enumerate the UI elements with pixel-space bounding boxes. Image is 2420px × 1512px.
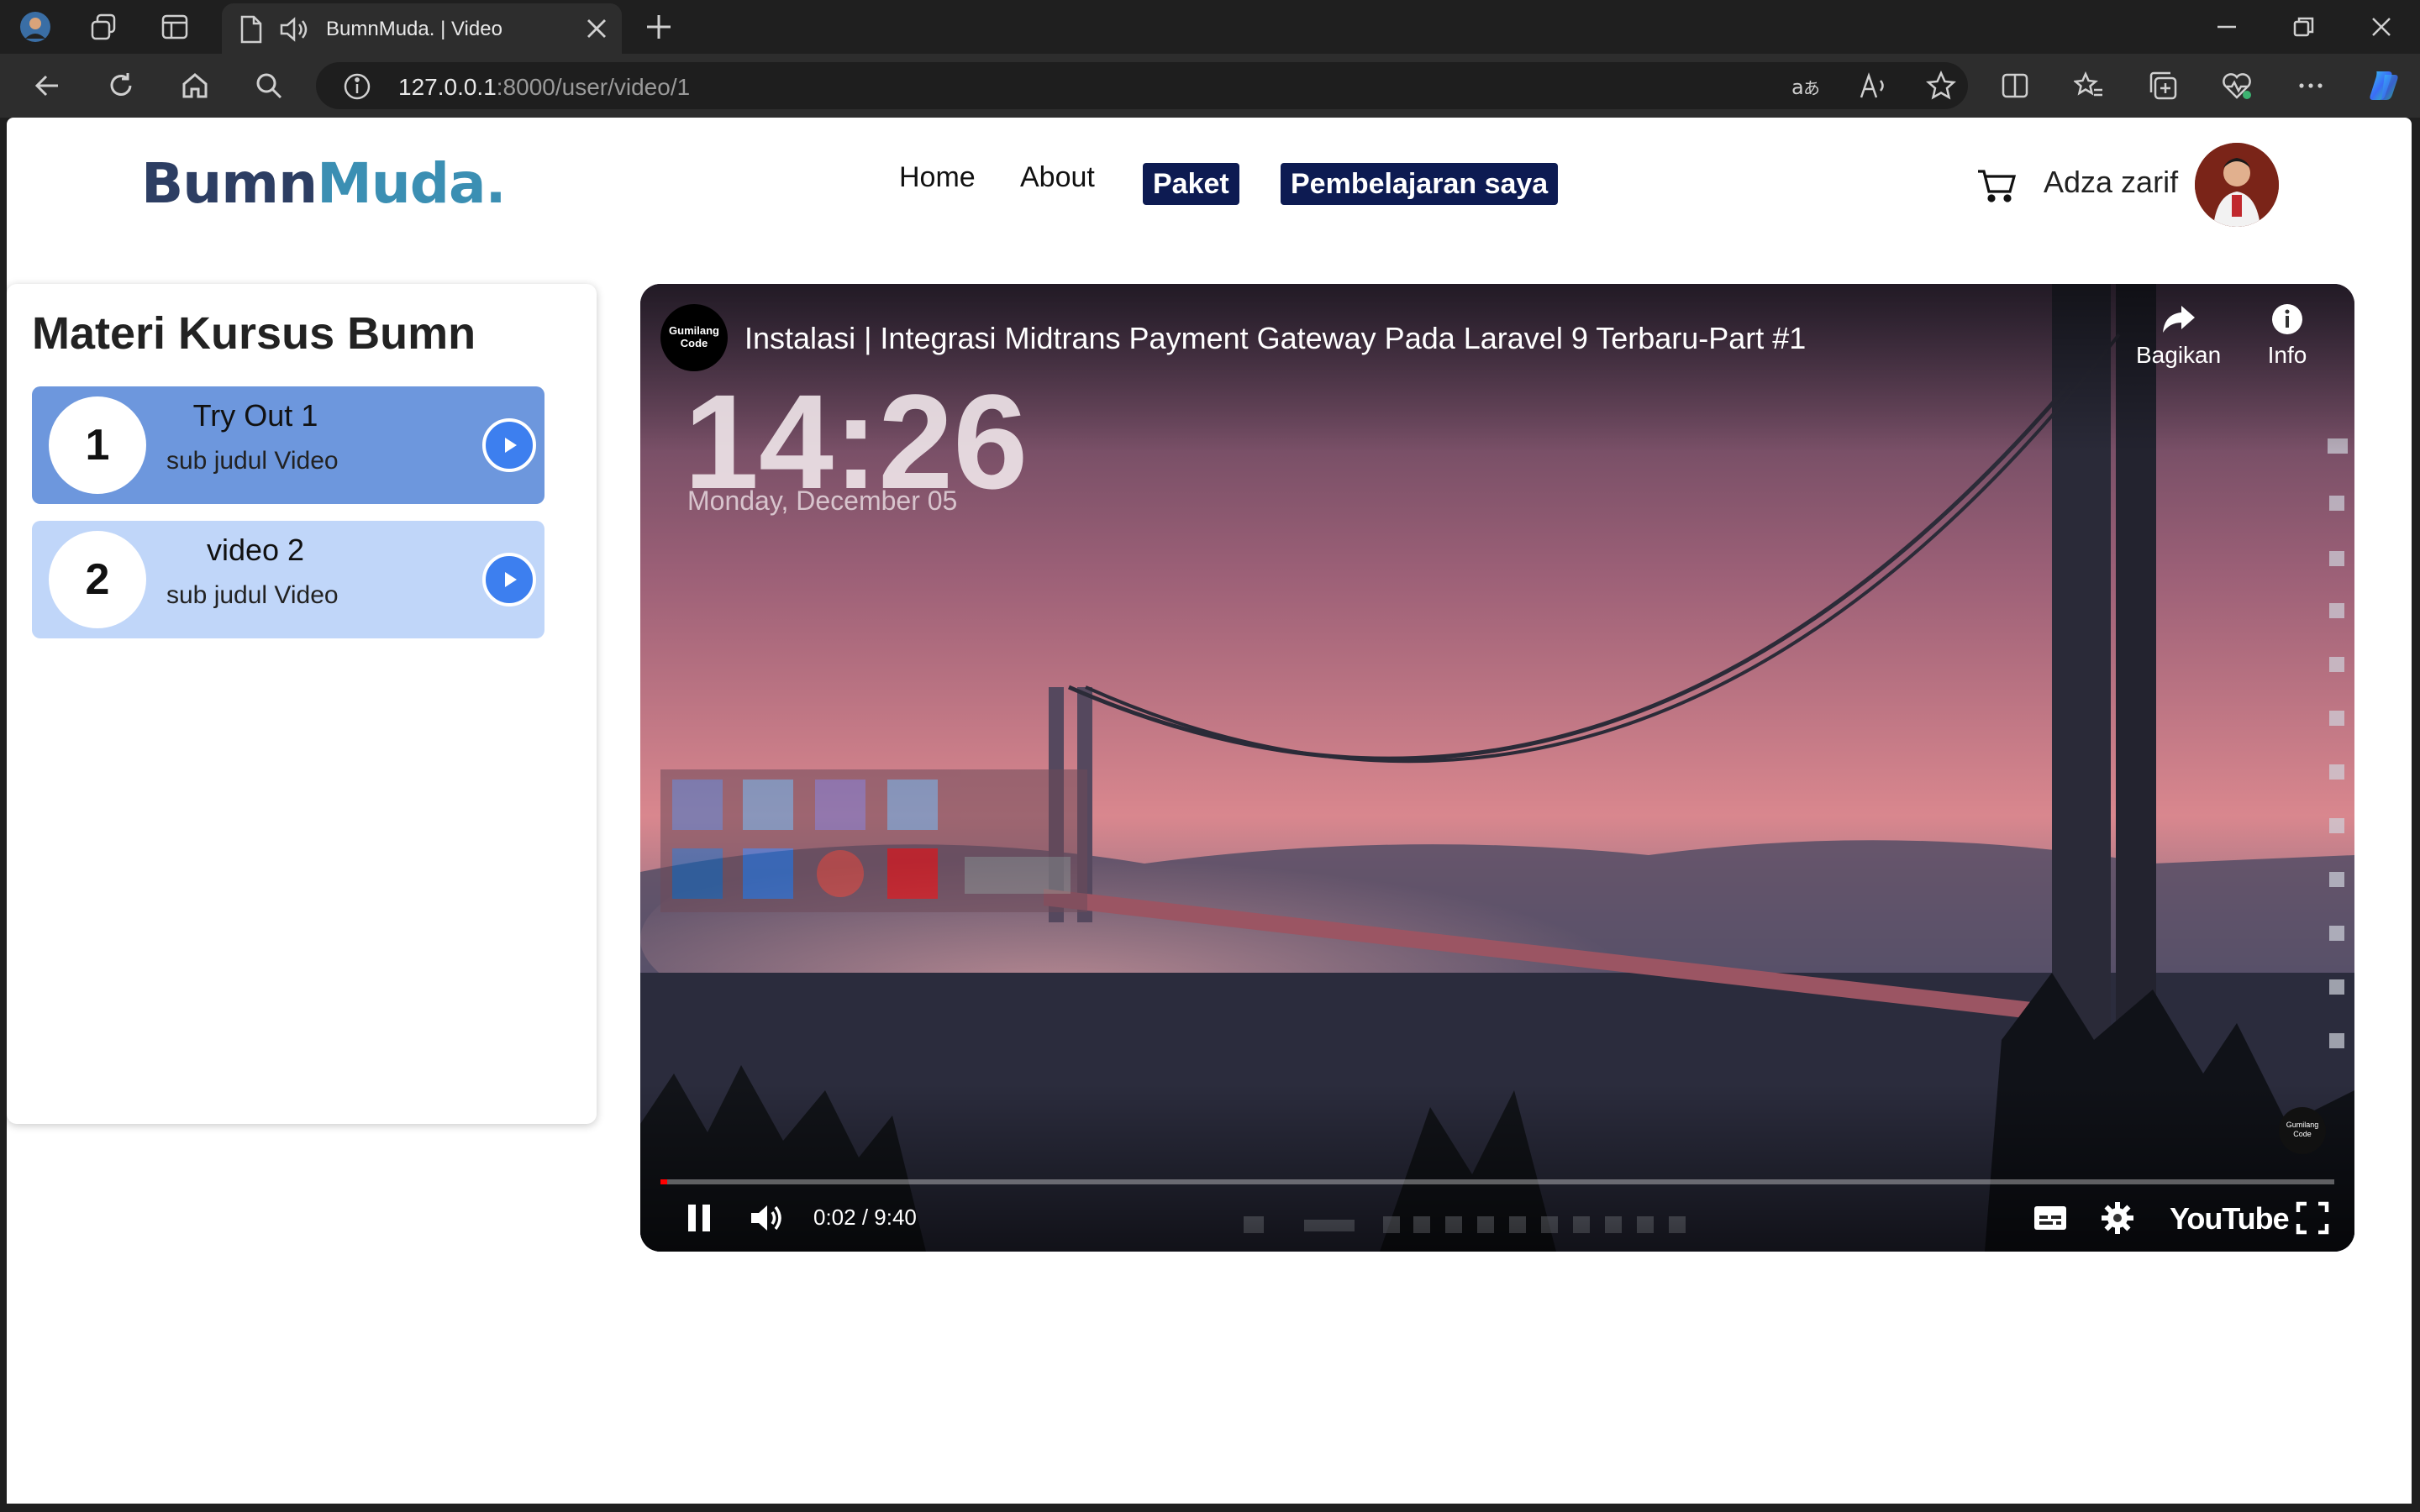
settings-button[interactable] [2094, 1194, 2141, 1242]
browser-toolbar: 127.0.0.1:8000/user/video/1 aあ [0, 54, 2420, 118]
lesson-number: 2 [49, 531, 146, 628]
subtitles-button[interactable] [2027, 1194, 2074, 1242]
share-label: Bagikan [2136, 342, 2222, 368]
browser-essentials-icon[interactable] [2220, 69, 2254, 102]
volume-icon [751, 1205, 781, 1231]
lesson-title: video 2 [206, 533, 305, 567]
copilot-icon[interactable] [2366, 69, 2400, 102]
share-icon [2163, 306, 2195, 333]
desktop-date-text: Monday, December 05 [687, 486, 958, 516]
channel-watermark[interactable]: Gumilang Code [2279, 1107, 2326, 1154]
page-icon [239, 15, 264, 48]
subtitles-icon [2034, 1206, 2066, 1230]
channel-avatar[interactable]: Gumilang Code [660, 304, 728, 371]
gear-icon [2102, 1202, 2133, 1234]
fullscreen-button[interactable] [2289, 1194, 2336, 1242]
minimize-icon[interactable] [2202, 8, 2252, 45]
collections-icon[interactable] [2146, 69, 2180, 102]
info-button[interactable]: Info [2254, 302, 2321, 369]
site-logo[interactable]: BumnMuda. [141, 151, 507, 216]
video-title[interactable]: Instalasi | Integrasi Midtrans Payment G… [744, 321, 1806, 356]
lesson-item-1[interactable]: 1 Try Out 1 sub judul Video [32, 386, 544, 504]
audio-playing-icon[interactable] [279, 15, 311, 48]
user-name[interactable]: Adza zarif [2044, 165, 2178, 200]
time-display: 0:02 / 9:40 [813, 1205, 917, 1230]
lesson-item-2[interactable]: 2 video 2 sub judul Video [32, 521, 544, 638]
restore-icon[interactable] [2279, 8, 2329, 45]
volume-button[interactable] [744, 1194, 792, 1242]
nav-paket[interactable]: Paket [1143, 163, 1239, 205]
pause-button[interactable] [676, 1194, 723, 1242]
url-path: :8000/user/video/1 [496, 74, 691, 100]
search-icon[interactable] [252, 69, 286, 102]
address-bar[interactable]: 127.0.0.1:8000/user/video/1 aあ [316, 62, 1968, 109]
nav-about[interactable]: About [1020, 161, 1095, 194]
close-tab-icon[interactable] [585, 17, 608, 45]
progress-fill [660, 1179, 667, 1184]
nav-pembelajaran-saya[interactable]: Pembelajaran saya [1281, 163, 1559, 205]
profile-icon[interactable] [18, 10, 52, 44]
read-aloud-icon[interactable] [1859, 72, 1889, 105]
logo-part-1: Bumn [141, 151, 318, 216]
progress-bar[interactable] [660, 1179, 2334, 1184]
info-label: Info [2267, 342, 2307, 368]
url-text: 127.0.0.1:8000/user/video/1 [398, 74, 690, 101]
workspaces-icon[interactable] [87, 10, 121, 44]
tab-actions-icon[interactable] [158, 10, 192, 44]
lesson-subtitle: sub judul Video [166, 447, 339, 475]
split-screen-icon[interactable] [1998, 69, 2032, 102]
favorites-icon[interactable] [2072, 69, 2106, 102]
pause-icon [688, 1205, 710, 1231]
page-viewport: BumnMuda. Home About Paket Pembelajaran … [7, 118, 2412, 1504]
back-icon[interactable] [30, 69, 64, 102]
lesson-subtitle: sub judul Video [166, 581, 339, 609]
play-icon[interactable] [482, 418, 536, 472]
lesson-number: 1 [49, 396, 146, 494]
home-icon[interactable] [178, 69, 212, 102]
favorite-star-icon[interactable] [1925, 70, 1957, 105]
info-icon [2272, 304, 2302, 334]
share-button[interactable]: Bagikan [2136, 302, 2222, 369]
refresh-icon[interactable] [104, 69, 138, 102]
cart-icon[interactable] [1976, 166, 2018, 203]
fullscreen-icon [2296, 1201, 2329, 1235]
logo-part-2: Muda. [317, 151, 507, 216]
svg-text:a: a [1791, 76, 1804, 99]
tab-title: BumnMuda. | Video [326, 18, 502, 40]
sidebar-title: Materi Kursus Bumn [32, 308, 476, 359]
nav-home[interactable]: Home [899, 161, 976, 194]
user-avatar[interactable] [2195, 143, 2279, 227]
close-window-icon[interactable] [2356, 8, 2407, 45]
new-tab-icon[interactable] [642, 10, 676, 44]
course-sidebar: Materi Kursus Bumn 1 Try Out 1 sub judul… [7, 284, 597, 1124]
video-player[interactable]: 14:26 Monday, December 05 Gumilang Code … [640, 284, 2354, 1252]
url-host: 127.0.0.1 [398, 74, 497, 100]
lesson-title: Try Out 1 [192, 398, 318, 433]
translate-icon[interactable]: aあ [1791, 72, 1822, 105]
youtube-logo[interactable]: YouTube [2170, 1201, 2290, 1236]
more-options-icon[interactable] [2294, 69, 2328, 102]
browser-tab-bar: BumnMuda. | Video [0, 0, 2420, 54]
site-info-icon[interactable] [343, 72, 371, 105]
browser-tab-active[interactable]: BumnMuda. | Video [222, 3, 622, 54]
svg-text:あ: あ [1803, 78, 1820, 98]
play-icon[interactable] [482, 553, 536, 606]
